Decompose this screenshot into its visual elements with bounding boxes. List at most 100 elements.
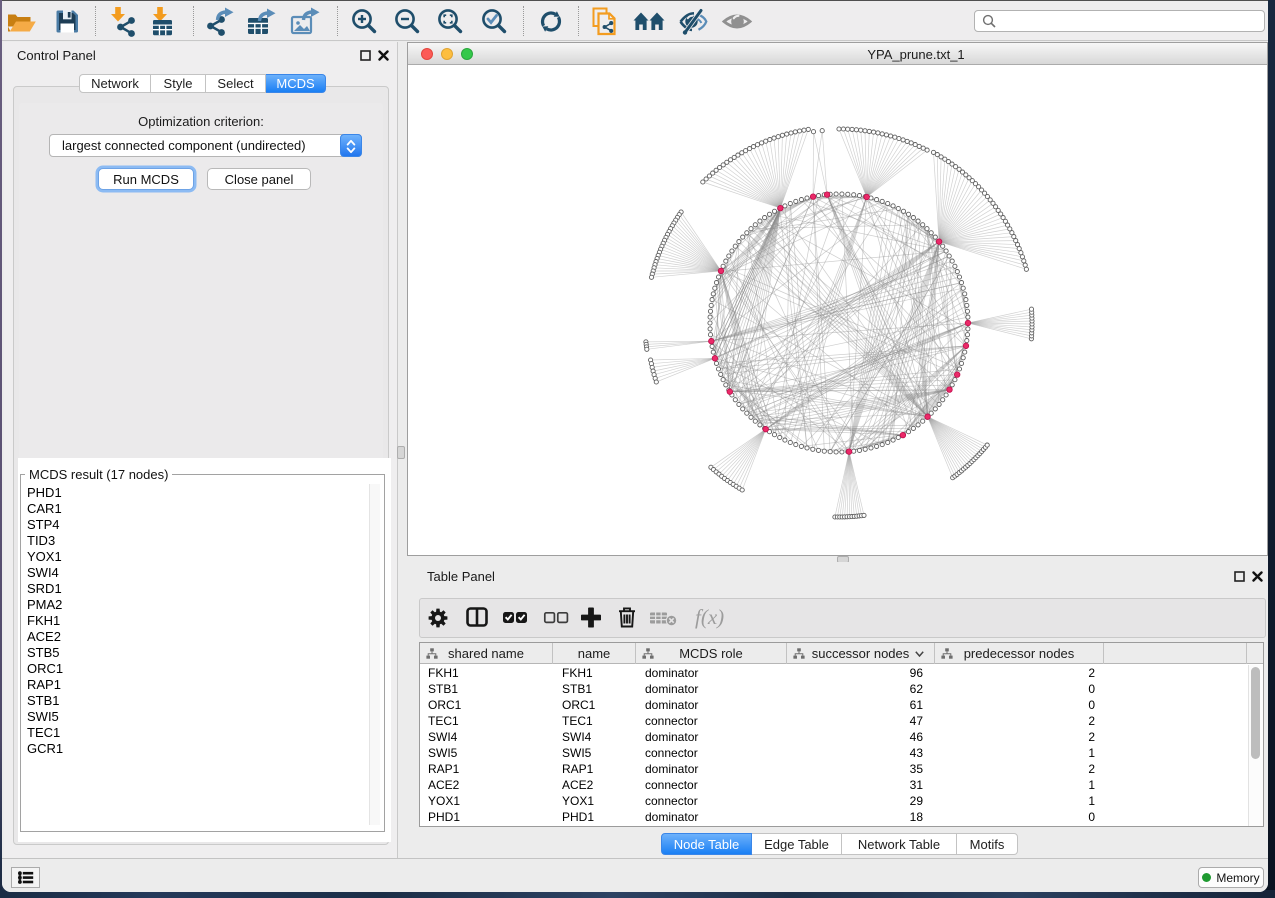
mcds-result-item[interactable]: SRD1 [22, 581, 368, 597]
export-image-icon[interactable] [289, 5, 323, 38]
table-row[interactable]: RAP1RAP1dominator352 [420, 761, 1240, 777]
tab-motifs[interactable]: Motifs [957, 833, 1018, 855]
mcds-result-list[interactable]: PHD1CAR1STP4TID3YOX1SWI4SRD1PMA2FKH1ACE2… [22, 485, 368, 825]
network-graph[interactable] [408, 65, 1267, 555]
table-scrollbar[interactable] [1248, 665, 1263, 826]
optimization-criterion-select[interactable]: largest connected component (undirected) [49, 134, 362, 157]
mcds-result-item[interactable]: FKH1 [22, 613, 368, 629]
float-table-panel-icon[interactable] [1234, 571, 1245, 582]
save-session-icon[interactable] [51, 5, 85, 38]
mcds-result-item[interactable]: CAR1 [22, 501, 368, 517]
mcds-result-title: MCDS result (17 nodes) [25, 467, 172, 482]
table-row[interactable]: PHD1PHD1dominator180 [420, 809, 1240, 825]
cell-shared-name: SWI5 [428, 745, 457, 761]
export-table-icon[interactable] [245, 5, 279, 38]
task-history-button[interactable] [11, 867, 40, 888]
table-scrollbar-thumb[interactable] [1251, 667, 1260, 759]
mcds-result-item[interactable]: RAP1 [22, 677, 368, 693]
cell-predecessor-nodes: 0 [1000, 809, 1095, 825]
tab-edge-table[interactable]: Edge Table [752, 833, 842, 855]
mcds-result-item[interactable]: STP4 [22, 517, 368, 533]
mcds-result-item[interactable]: YOX1 [22, 549, 368, 565]
table-row[interactable]: TEC1TEC1connector472 [420, 713, 1240, 729]
optimization-criterion-label: Optimization criterion: [14, 114, 388, 129]
tab-select[interactable]: Select [206, 74, 266, 93]
cell-shared-name: ACE2 [428, 777, 459, 793]
column-settings-icon[interactable] [426, 605, 450, 635]
mcds-tab-content: Optimization criterion: largest connecte… [13, 86, 389, 845]
mcds-result-item[interactable]: SWI4 [22, 565, 368, 581]
mcds-result-item[interactable]: PMA2 [22, 597, 368, 613]
split-panel-icon[interactable] [465, 605, 489, 635]
search-input[interactable] [974, 10, 1265, 32]
run-mcds-button[interactable]: Run MCDS [98, 168, 194, 190]
column-type-icon [642, 648, 654, 659]
select-all-icon[interactable] [502, 605, 528, 635]
tab-style[interactable]: Style [151, 74, 206, 93]
tab-network-table[interactable]: Network Table [842, 833, 957, 855]
status-bar: Memory [2, 858, 1268, 892]
column-header-empty[interactable] [1104, 643, 1247, 664]
column-header-predecessor-nodes[interactable]: predecessor nodes [935, 643, 1104, 664]
mcds-result-item[interactable]: ORC1 [22, 661, 368, 677]
tab-node-table[interactable]: Node Table [661, 833, 752, 855]
import-table-icon[interactable] [146, 5, 180, 38]
column-header-shared-name[interactable]: shared name [420, 643, 553, 664]
import-network-icon[interactable] [105, 5, 139, 38]
column-header-name[interactable]: name [553, 643, 636, 664]
mcds-result-item[interactable]: SWI5 [22, 709, 368, 725]
table-row[interactable]: SWI5SWI5connector431 [420, 745, 1240, 761]
apply-layout-icon[interactable] [535, 5, 569, 38]
cell-successor-nodes: 62 [840, 681, 923, 697]
hide-details-icon[interactable] [677, 5, 711, 38]
mcds-result-item[interactable]: PHD1 [22, 485, 368, 501]
cell-mcds-role: dominator [645, 681, 698, 697]
export-network-icon[interactable] [203, 5, 237, 38]
close-panel-button[interactable]: Close panel [207, 168, 311, 190]
zoom-selected-icon[interactable] [478, 5, 512, 38]
table-row[interactable]: ORC1ORC1dominator610 [420, 697, 1240, 713]
mcds-result-item[interactable]: STB5 [22, 645, 368, 661]
show-details-icon[interactable] [721, 5, 755, 38]
network-canvas[interactable] [408, 65, 1267, 555]
first-neighbors-icon[interactable] [633, 5, 667, 38]
column-header-MCDS-role[interactable]: MCDS role [636, 643, 787, 664]
mcds-result-item[interactable]: TID3 [22, 533, 368, 549]
mcds-result-scrollbar[interactable] [369, 484, 380, 825]
tab-network[interactable]: Network [79, 74, 151, 93]
mcds-result-item[interactable]: ACE2 [22, 629, 368, 645]
open-session-icon[interactable] [6, 5, 40, 38]
mcds-result-item[interactable]: TEC1 [22, 725, 368, 741]
float-panel-icon[interactable] [360, 50, 371, 61]
network-window-titlebar[interactable]: YPA_prune.txt_1 [408, 43, 1267, 65]
node-table-body: FKH1FKH1dominator962STB1STB1dominator620… [420, 664, 1240, 827]
table-row[interactable]: FKH1FKH1dominator962 [420, 665, 1240, 681]
add-column-icon[interactable] [579, 605, 603, 635]
clone-network-icon[interactable] [589, 5, 623, 38]
close-panel-icon[interactable] [378, 50, 389, 61]
search-icon [982, 14, 997, 29]
table-row[interactable]: STB1STB1dominator620 [420, 681, 1240, 697]
zoom-out-icon[interactable] [391, 5, 425, 38]
fit-content-icon[interactable] [434, 5, 468, 38]
cell-shared-name: ORC1 [428, 697, 461, 713]
function-builder-icon[interactable]: f(x) [694, 605, 730, 636]
zoom-in-icon[interactable] [348, 5, 382, 38]
toolbar-separator [523, 6, 524, 36]
mcds-result-item[interactable]: GCR1 [22, 741, 368, 757]
table-row[interactable]: SWI4SWI4dominator462 [420, 729, 1240, 745]
memory-button[interactable]: Memory [1198, 867, 1264, 888]
mcds-result-item[interactable]: STB1 [22, 693, 368, 709]
deselect-all-icon[interactable] [543, 605, 569, 635]
delete-table-icon[interactable] [649, 605, 679, 635]
table-row[interactable]: YOX1YOX1connector291 [420, 793, 1240, 809]
close-table-panel-icon[interactable] [1252, 571, 1263, 582]
vertical-splitter-handle[interactable] [397, 446, 405, 459]
cell-shared-name: YOX1 [428, 793, 460, 809]
tab-mcds[interactable]: MCDS [266, 74, 326, 93]
toolbar-separator [578, 6, 579, 36]
column-header-successor-nodes[interactable]: successor nodes [787, 643, 935, 664]
cell-predecessor-nodes: 0 [1000, 697, 1095, 713]
delete-column-icon[interactable] [615, 605, 639, 635]
table-row[interactable]: ACE2ACE2connector311 [420, 777, 1240, 793]
